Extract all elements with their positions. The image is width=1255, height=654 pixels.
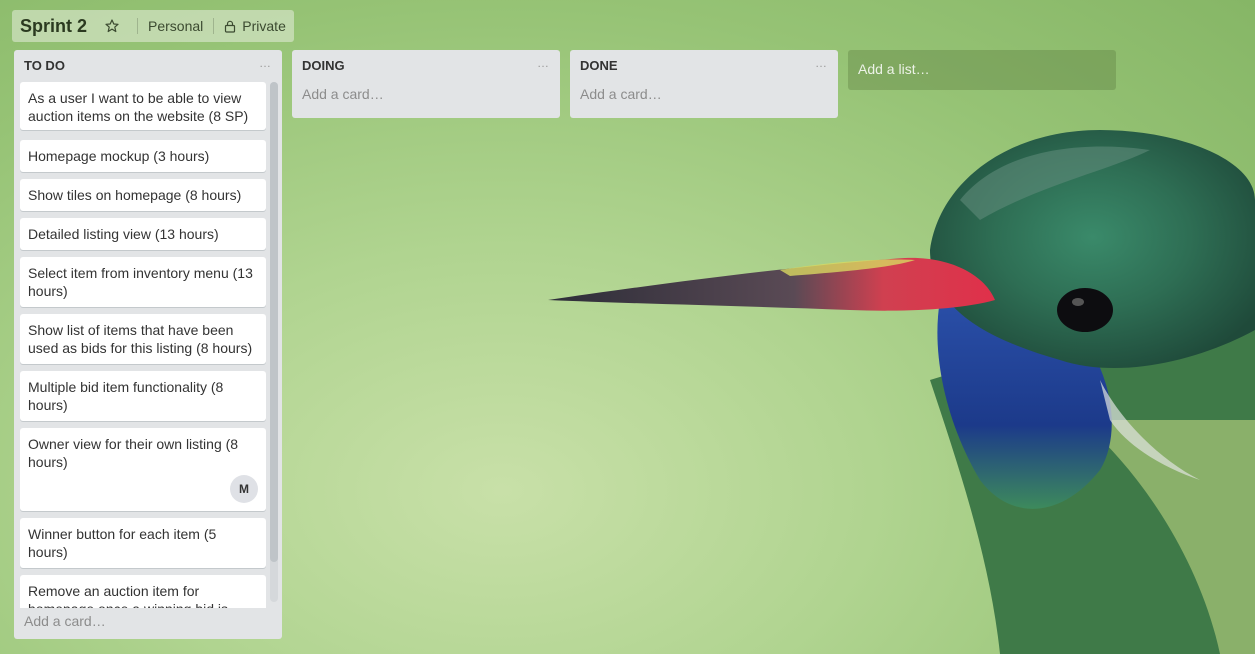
header-divider: [137, 18, 139, 34]
card-list: As a user I want to be able to view auct…: [14, 80, 282, 608]
header-divider: [213, 18, 215, 34]
card-title: Remove an auction item for homepage once…: [28, 583, 228, 608]
card[interactable]: Detailed listing view (13 hours): [20, 218, 266, 250]
list-done: DONE … Add a card…: [570, 50, 838, 118]
list-menu-icon[interactable]: …: [537, 57, 550, 80]
lock-icon: [224, 20, 236, 33]
list-todo: TO DO … As a user I want to be able to v…: [14, 50, 282, 639]
list-title[interactable]: DOING: [302, 58, 345, 80]
card-title: As a user I want to be able to view auct…: [28, 90, 249, 124]
board-title[interactable]: Sprint 2: [20, 16, 87, 37]
card[interactable]: Homepage mockup (3 hours): [20, 140, 266, 172]
card-title: Select item from inventory menu (13 hour…: [28, 265, 253, 299]
team-button[interactable]: Personal: [148, 18, 203, 34]
card-title: Detailed listing view (13 hours): [28, 226, 219, 242]
member-avatar[interactable]: M: [230, 475, 258, 503]
scrollbar-thumb[interactable]: [270, 82, 278, 562]
card-title: Winner button for each item (5 hours): [28, 526, 217, 560]
list-header: TO DO …: [14, 50, 282, 80]
list-header: DONE …: [570, 50, 838, 80]
card[interactable]: Select item from inventory menu (13 hour…: [20, 257, 266, 307]
card[interactable]: Owner view for their own listing (8 hour…: [20, 428, 266, 511]
list-menu-icon[interactable]: …: [815, 57, 828, 80]
list-menu-icon[interactable]: …: [259, 57, 272, 80]
star-icon[interactable]: [105, 19, 119, 33]
add-card-button[interactable]: Add a card…: [570, 80, 838, 112]
list-doing: DOING … Add a card…: [292, 50, 560, 118]
visibility-button[interactable]: Private: [242, 18, 286, 34]
card[interactable]: Winner button for each item (5 hours): [20, 518, 266, 568]
card[interactable]: Multiple bid item functionality (8 hours…: [20, 371, 266, 421]
list-title[interactable]: DONE: [580, 58, 618, 80]
list-title[interactable]: TO DO: [24, 58, 65, 80]
card[interactable]: Remove an auction item for homepage once…: [20, 575, 266, 608]
card-title: Show tiles on homepage (8 hours): [28, 187, 242, 203]
board-header: Sprint 2 Personal Private: [12, 10, 294, 42]
card-title: Owner view for their own listing (8 hour…: [28, 436, 239, 470]
list-header: DOING …: [292, 50, 560, 80]
card-title: Homepage mockup (3 hours): [28, 148, 210, 164]
add-list-button[interactable]: Add a list…: [848, 50, 1116, 90]
card-title: Show list of items that have been used a…: [28, 322, 253, 356]
card[interactable]: As a user I want to be able to view auct…: [20, 82, 266, 130]
add-card-button[interactable]: Add a card…: [292, 80, 560, 112]
card[interactable]: Show tiles on homepage (8 hours): [20, 179, 266, 211]
card-title: Multiple bid item functionality (8 hours…: [28, 379, 224, 413]
add-card-button[interactable]: Add a card…: [14, 607, 282, 639]
card[interactable]: Show list of items that have been used a…: [20, 314, 266, 364]
list-scrollbar[interactable]: [270, 82, 278, 602]
